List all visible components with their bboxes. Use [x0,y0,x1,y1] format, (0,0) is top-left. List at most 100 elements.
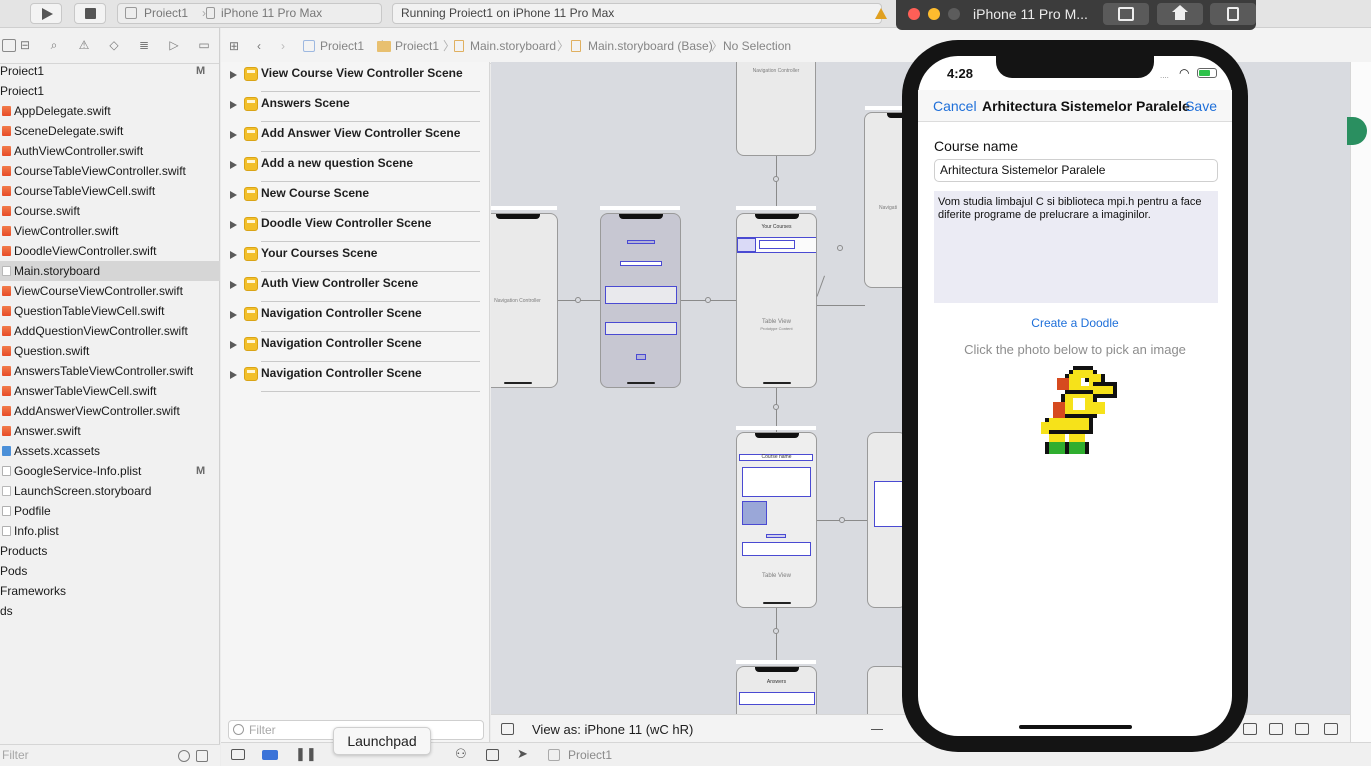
scheme-selector[interactable]: Proiect1 › iPhone 11 Pro Max [117,3,382,24]
debug-icon[interactable]: ≣ [137,39,151,52]
scene-item[interactable]: Add Answer View Controller Scene [221,122,490,152]
scene-item[interactable]: Navigation Controller Scene [221,332,490,362]
source-control-icon[interactable]: ⊟ [18,39,32,52]
save-button[interactable]: Save [1185,98,1217,114]
breadcrumb-group[interactable]: Proiect1 [395,28,439,64]
file-item[interactable]: AppDelegate.swift [0,101,220,121]
file-item[interactable]: CourseTableViewController.swift [0,161,220,181]
file-item[interactable]: Frameworks [0,581,220,601]
location-icon[interactable]: ➤ [517,742,528,766]
filter-scm-icon[interactable] [196,750,208,762]
stop-button[interactable] [74,3,106,24]
home-button[interactable] [1157,3,1203,25]
file-item[interactable]: Assets.xcassets [0,441,220,461]
scene-item[interactable]: Auth View Controller Scene [221,272,490,302]
add-constraints-icon[interactable] [1269,723,1283,735]
segue-dot[interactable] [839,517,845,523]
scene-your-courses[interactable]: Your Courses Table View Prototype Conten… [736,213,817,388]
course-description-field[interactable]: Vom studia limbajul C si biblioteca mpi.… [934,191,1218,303]
view-as-device[interactable]: View as: iPhone 11 (wC hR) [532,715,693,744]
disclosure-triangle-icon[interactable] [230,101,237,109]
screenshot-button[interactable] [1103,3,1149,25]
disclosure-triangle-icon[interactable] [230,161,237,169]
resolve-issues-icon[interactable] [1295,723,1309,735]
align-icon[interactable] [1243,723,1257,735]
disclosure-triangle-icon[interactable] [230,221,237,229]
scene-item[interactable]: Answers Scene [221,92,490,122]
segue-dot[interactable] [773,628,779,634]
folder-icon[interactable] [2,39,16,52]
environment-overrides-icon[interactable] [486,749,499,761]
file-item[interactable]: Info.plist [0,521,220,541]
run-button[interactable] [30,3,62,24]
course-image-picker[interactable] [1041,366,1121,458]
recent-icon[interactable] [178,750,190,762]
minimize-window-icon[interactable] [928,8,940,20]
course-name-field[interactable]: Arhitectura Sistemelor Paralele [934,159,1218,182]
scene-view-course[interactable]: Course name Table View [736,432,817,608]
disclosure-triangle-icon[interactable] [230,311,237,319]
scene-navigation-controller-top[interactable]: Navigation Controller [736,62,816,156]
cancel-button[interactable]: Cancel [933,98,977,114]
file-item[interactable]: Pods [0,561,220,581]
scene-navigation-controller-left[interactable]: Navigation Controller [491,213,558,388]
segue-dot[interactable] [705,297,711,303]
disclosure-triangle-icon[interactable] [230,191,237,199]
issue-icon[interactable]: ⚠ [77,39,91,52]
pause-icon[interactable]: ❚❚ [295,742,317,766]
create-doodle-button[interactable]: Create a Doodle [918,316,1232,330]
forward-icon[interactable]: › [281,28,285,64]
file-item[interactable]: ViewController.swift [0,221,220,241]
memory-graph-icon[interactable]: ⚇ [455,742,467,766]
scene-item[interactable]: New Course Scene [221,182,490,212]
navigator-filter[interactable]: Filter [0,744,220,766]
breadcrumb-selection[interactable]: No Selection [723,28,791,64]
disclosure-triangle-icon[interactable] [230,371,237,379]
related-items-icon[interactable]: ⊞ [229,28,239,64]
file-item[interactable]: Main.storyboard [0,261,220,281]
file-item[interactable]: GoogleService-Info.plist M [0,461,220,481]
back-icon[interactable]: ‹ [257,28,261,64]
rotate-button[interactable] [1210,3,1256,25]
breakpoint-toggle-icon[interactable] [262,750,278,760]
zoom-window-icon[interactable] [948,8,960,20]
scene-item[interactable]: Your Courses Scene [221,242,490,272]
file-item[interactable]: ds [0,601,220,621]
file-item[interactable]: QuestionTableViewCell.swift [0,301,220,321]
report-icon[interactable]: ▭ [197,39,211,52]
breadcrumb-file[interactable]: Main.storyboard [470,28,556,64]
filter-input[interactable]: Filter [2,745,29,766]
zoom-out-icon[interactable] [871,729,883,730]
file-item[interactable]: ViewCourseViewController.swift [0,281,220,301]
file-item[interactable]: Podfile [0,501,220,521]
disclosure-triangle-icon[interactable] [230,131,237,139]
file-item[interactable]: AddAnswerViewController.swift [0,401,220,421]
file-item[interactable]: Proiect1 M [0,61,220,81]
file-item[interactable]: Question.swift [0,341,220,361]
file-item[interactable]: Products [0,541,220,561]
scene-item[interactable]: Add a new question Scene [221,152,490,182]
file-item[interactable]: LaunchScreen.storyboard [0,481,220,501]
scene-item[interactable]: Doodle View Controller Scene [221,212,490,242]
file-item[interactable]: AnswerTableViewCell.swift [0,381,220,401]
test-icon[interactable]: ◇ [107,39,121,52]
console-toggle-icon[interactable] [231,749,245,760]
scene-auth[interactable] [600,213,681,388]
file-item[interactable]: Proiect1 [0,81,220,101]
breadcrumb-localization[interactable]: Main.storyboard (Base) [588,28,713,64]
file-item[interactable]: AnswersTableViewController.swift [0,361,220,381]
scene-item[interactable]: Navigation Controller Scene [221,302,490,332]
segue-dot[interactable] [773,176,779,182]
segue-dot[interactable] [837,245,843,251]
scene-item[interactable]: View Course View Controller Scene [221,62,490,92]
disclosure-triangle-icon[interactable] [230,341,237,349]
file-item[interactable]: Answer.swift [0,421,220,441]
disclosure-triangle-icon[interactable] [230,251,237,259]
file-item[interactable]: CourseTableViewCell.swift [0,181,220,201]
file-item[interactable]: Course.swift [0,201,220,221]
warning-icon[interactable] [875,8,887,19]
disclosure-triangle-icon[interactable] [230,281,237,289]
file-item[interactable]: AddQuestionViewController.swift [0,321,220,341]
segue-dot[interactable] [575,297,581,303]
outline-toggle-icon[interactable] [501,723,514,735]
